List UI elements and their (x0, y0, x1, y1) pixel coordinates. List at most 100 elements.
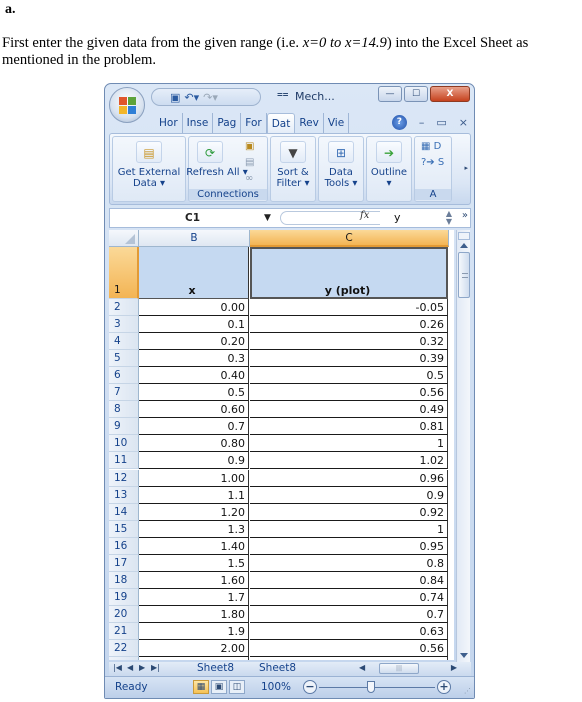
cell-x[interactable]: 1.60 (139, 571, 249, 589)
expand-formula-bar-icon[interactable]: » (462, 210, 468, 221)
cell-x[interactable]: 1.1 (139, 486, 249, 504)
cell-x[interactable]: 1.7 (139, 588, 249, 606)
cell-x[interactable]: 0.80 (139, 435, 249, 453)
group-analysis[interactable]: ▦ D ?➔ S A (414, 136, 452, 202)
vertical-scroll-thumb[interactable] (458, 252, 470, 298)
split-box[interactable] (458, 232, 470, 240)
cell-y[interactable]: 0.96 (250, 469, 448, 487)
undo-icon[interactable]: ↶▾ (184, 91, 199, 104)
cell-y[interactable]: 0.63 (250, 622, 448, 640)
cell-x[interactable]: 1.9 (139, 622, 249, 640)
cell-y[interactable]: 0.5 (250, 367, 448, 385)
customize-qat-icon[interactable]: ⩵ (277, 89, 288, 100)
cell-x[interactable]: 1.80 (139, 605, 249, 623)
cell-y[interactable]: 0.39 (250, 350, 448, 368)
cell-x[interactable]: 0.00 (139, 299, 249, 317)
cell-x[interactable]: 0.40 (139, 367, 249, 385)
name-box[interactable]: C1 (110, 209, 275, 227)
sheet-tab[interactable]: Sheet8 (247, 662, 300, 676)
first-sheet-icon[interactable]: |◀ (113, 663, 122, 672)
row-header[interactable]: 16 (109, 537, 139, 555)
zoom-slider-thumb[interactable] (367, 681, 375, 693)
cell-x[interactable]: 1.20 (139, 503, 249, 521)
cell-y[interactable]: 0.49 (250, 401, 448, 419)
header-cell-y[interactable]: y (plot) (250, 247, 448, 299)
row-header[interactable]: 2 (109, 299, 139, 317)
cell-y[interactable]: 0.92 (250, 503, 448, 521)
row-header[interactable]: 12 (109, 469, 139, 487)
cell-y[interactable]: 0.26 (250, 316, 448, 334)
row-header[interactable]: 22 (109, 640, 139, 658)
workbook-close-icon[interactable]: × (459, 116, 468, 129)
zoom-in-button[interactable]: + (437, 680, 451, 694)
row-header[interactable]: 1 (109, 247, 139, 299)
cell-y[interactable]: 0.84 (250, 571, 448, 589)
row-header[interactable]: 15 (109, 520, 139, 538)
last-sheet-icon[interactable]: ▶| (151, 663, 160, 672)
row-header[interactable]: 9 (109, 418, 139, 436)
tab-review[interactable]: Rev (295, 113, 324, 133)
select-all-corner[interactable] (109, 230, 139, 247)
cell-y[interactable]: -0.05 (250, 299, 448, 317)
cell-y[interactable]: 1 (250, 435, 448, 453)
zoom-out-button[interactable]: − (303, 680, 317, 694)
minimize-button[interactable]: — (378, 86, 402, 102)
column-header-b[interactable]: B (139, 230, 250, 247)
tab-insert[interactable]: Inse (183, 113, 214, 133)
cell-y[interactable]: 0.56 (250, 640, 448, 658)
row-header[interactable]: 13 (109, 486, 139, 504)
cell-y[interactable]: 0.32 (250, 333, 448, 351)
cell-y[interactable]: 0.56 (250, 384, 448, 402)
row-header[interactable]: 18 (109, 571, 139, 589)
next-sheet-icon[interactable]: ▶ (139, 663, 145, 672)
cell-y[interactable]: 1 (250, 520, 448, 538)
connections-icon[interactable]: ▣ (245, 141, 254, 152)
save-icon[interactable]: ▣ (170, 91, 180, 104)
scroll-up-icon[interactable] (460, 243, 468, 248)
resize-grip-icon[interactable]: ⋰ (464, 687, 471, 695)
cell-y[interactable]: 1.02 (250, 452, 448, 470)
office-button[interactable] (109, 87, 145, 123)
row-header[interactable]: 8 (109, 401, 139, 419)
cell-x[interactable]: 0.3 (139, 350, 249, 368)
row-header[interactable]: 3 (109, 316, 139, 334)
scroll-down-icon[interactable] (460, 653, 468, 658)
tab-formulas[interactable]: For (241, 113, 267, 133)
workbook-restore-icon[interactable]: ▭ (436, 116, 446, 129)
cell-x[interactable]: 1.3 (139, 520, 249, 538)
workbook-minimize-icon[interactable]: – (419, 116, 425, 129)
cell-x[interactable]: 0.60 (139, 401, 249, 419)
row-header[interactable]: 17 (109, 554, 139, 572)
cell-y[interactable]: 0.9 (250, 486, 448, 504)
cell-y[interactable]: 0.54 (250, 657, 448, 660)
cell-x[interactable]: 1.40 (139, 537, 249, 555)
page-layout-view-icon[interactable]: ▣ (211, 680, 227, 694)
cell-y[interactable]: 0.74 (250, 588, 448, 606)
zoom-level[interactable]: 100% (261, 681, 291, 693)
formula-input[interactable]: y (394, 211, 401, 224)
tab-view[interactable]: Vie (324, 113, 350, 133)
cell-x[interactable]: 0.5 (139, 384, 249, 402)
cell-y[interactable]: 0.95 (250, 537, 448, 555)
ribbon-scroll-right-icon[interactable]: ▸ (464, 164, 468, 172)
tab-home[interactable]: Hor (155, 113, 183, 133)
cell-y[interactable]: 0.7 (250, 605, 448, 623)
row-header[interactable]: 7 (109, 384, 139, 402)
group-outline[interactable]: ➔ Outline ▾ (366, 136, 412, 202)
row-header[interactable]: 21 (109, 622, 139, 640)
cell-y[interactable]: 0.8 (250, 554, 448, 572)
row-header[interactable]: 5 (109, 350, 139, 368)
cell-x[interactable]: 2.00 (139, 640, 249, 658)
zoom-slider-track[interactable] (319, 687, 435, 688)
group-data-tools[interactable]: ⊞ Data Tools ▾ (318, 136, 364, 202)
prev-sheet-icon[interactable]: ◀ (127, 663, 133, 672)
row-header[interactable]: 6 (109, 367, 139, 385)
help-icon[interactable]: ? (391, 115, 407, 130)
normal-view-icon[interactable]: ▦ (193, 680, 209, 694)
insert-function-icon[interactable]: fx (360, 210, 369, 221)
tab-page-layout[interactable]: Pag (213, 113, 242, 133)
cell-y[interactable]: 0.81 (250, 418, 448, 436)
row-header[interactable]: 23 (109, 657, 139, 660)
horizontal-scrollbar[interactable]: ◀ ||| ▶ (355, 663, 467, 675)
formula-scroll-icon[interactable]: ▲ ▼ (446, 210, 452, 226)
